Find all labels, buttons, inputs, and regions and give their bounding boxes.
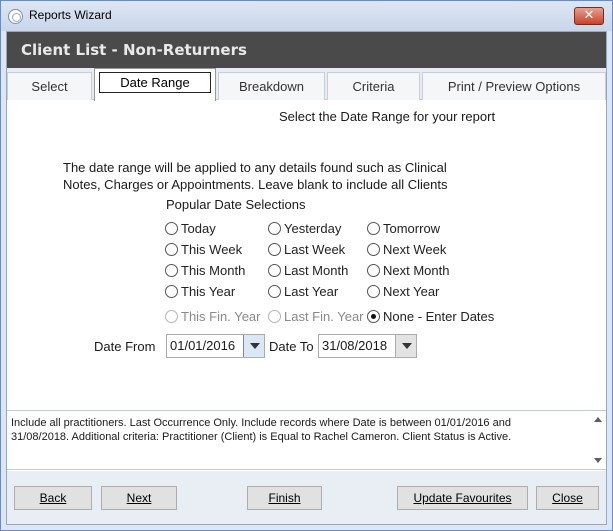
dropdown-arrow-icon[interactable] (395, 335, 416, 357)
radio-yesterday[interactable]: Yesterday (268, 221, 341, 237)
radio-circle-icon (165, 285, 178, 298)
button-bar: Back Next Finish Update Favourites Close (7, 471, 606, 524)
close-button[interactable]: Close (536, 486, 599, 510)
tab-bar: Select Date Range Breakdown Criteria Pri… (7, 68, 606, 101)
summary-line-2: 31/08/2018. Additional criteria: Practit… (11, 431, 512, 443)
next-button[interactable]: Next (101, 486, 177, 510)
popular-selections-label: Popular Date Selections (166, 197, 306, 212)
radio-circle-icon (165, 264, 178, 277)
finish-button-label: Finish (268, 491, 301, 505)
date-to-picker[interactable]: 31/08/2018 (318, 334, 417, 358)
radio-this-year[interactable]: This Year (165, 284, 235, 300)
radio-today[interactable]: Today (165, 221, 216, 237)
info-text: The date range will be applied to any de… (63, 159, 483, 193)
back-button[interactable]: Back (14, 486, 92, 510)
radio-next-year-label: Next Year (383, 284, 440, 299)
finish-button[interactable]: Finish (247, 486, 322, 510)
radio-circle-icon (268, 264, 281, 277)
report-title: Client List - Non-Returners (7, 32, 606, 68)
radio-circle-icon (165, 310, 178, 323)
info-line-2: Notes, Charges or Appointments. Leave bl… (63, 177, 448, 192)
wizard-panel: Client List - Non-Returners Select Date … (6, 31, 607, 525)
date-from-picker[interactable]: 01/01/2016 (166, 334, 265, 358)
radio-circle-icon (165, 222, 178, 235)
radio-this-fin-year[interactable]: This Fin. Year (165, 309, 261, 325)
radio-none-enter-dates-label: None - Enter Dates (383, 309, 495, 324)
close-button-label: Close (552, 491, 583, 505)
radio-last-year-label: Last Year (284, 284, 339, 299)
radio-circle-icon (165, 243, 178, 256)
scroll-down-icon[interactable] (594, 458, 602, 463)
radio-this-week-label: This Week (181, 242, 243, 257)
summary-scrollbar[interactable] (590, 411, 606, 469)
dropdown-arrow-icon[interactable] (243, 335, 264, 357)
radio-next-week-label: Next Week (383, 242, 447, 257)
radio-this-fin-year-label: This Fin. Year (181, 309, 261, 324)
date-from-label: Date From (94, 339, 156, 354)
radio-selected-icon (367, 310, 380, 323)
radio-last-week[interactable]: Last Week (268, 242, 345, 258)
update-favourites-button[interactable]: Update Favourites (397, 486, 528, 510)
window-close-button[interactable]: ✕ (574, 7, 604, 25)
report-summary: Include all practitioners. Last Occurren… (7, 410, 606, 470)
radio-this-week[interactable]: This Week (165, 242, 242, 258)
app-icon (8, 9, 23, 24)
tab-date-range[interactable]: Date Range (94, 68, 216, 101)
radio-last-fin-year-label: Last Fin. Year (284, 309, 364, 324)
date-to-value: 31/08/2018 (322, 338, 388, 353)
radio-circle-icon (268, 243, 281, 256)
tab-criteria[interactable]: Criteria (327, 72, 420, 100)
summary-line-1: Include all practitioners. Last Occurren… (11, 417, 511, 429)
tab-select[interactable]: Select (7, 72, 92, 100)
reports-wizard-window: Reports Wizard ✕ Client List - Non-Retur… (0, 0, 613, 531)
radio-this-month-label: This Month (181, 263, 246, 278)
radio-today-label: Today (181, 221, 216, 236)
radio-tomorrow[interactable]: Tomorrow (367, 221, 440, 237)
update-favourites-button-label: Update Favourites (413, 491, 512, 505)
info-line-1: The date range will be applied to any de… (63, 160, 447, 175)
date-range-content: Select the Date Range for your report Th… (7, 100, 606, 410)
radio-this-month[interactable]: This Month (165, 263, 245, 279)
tab-date-range-label: Date Range (99, 72, 211, 93)
date-from-value: 01/01/2016 (170, 338, 236, 353)
radio-last-year[interactable]: Last Year (268, 284, 338, 300)
section-subtitle: Select the Date Range for your report (279, 109, 496, 124)
radio-circle-icon (268, 285, 281, 298)
radio-tomorrow-label: Tomorrow (383, 221, 441, 236)
radio-last-month-label: Last Month (284, 263, 349, 278)
radio-circle-icon (367, 243, 380, 256)
radio-last-week-label: Last Week (284, 242, 346, 257)
radio-this-year-label: This Year (181, 284, 236, 299)
radio-circle-icon (367, 264, 380, 277)
radio-none-enter-dates[interactable]: None - Enter Dates (367, 309, 494, 325)
radio-circle-icon (268, 222, 281, 235)
radio-yesterday-label: Yesterday (284, 221, 342, 236)
radio-last-fin-year[interactable]: Last Fin. Year (268, 309, 364, 325)
radio-last-month[interactable]: Last Month (268, 263, 348, 279)
radio-circle-icon (367, 222, 380, 235)
radio-next-month[interactable]: Next Month (367, 263, 449, 279)
radio-circle-icon (367, 285, 380, 298)
scroll-up-icon[interactable] (594, 417, 602, 422)
title-bar[interactable]: Reports Wizard ✕ (1, 1, 612, 31)
radio-next-month-label: Next Month (383, 263, 450, 278)
tab-print-preview-options[interactable]: Print / Preview Options (422, 72, 606, 100)
radio-next-year[interactable]: Next Year (367, 284, 439, 300)
radio-next-week[interactable]: Next Week (367, 242, 446, 258)
next-button-label: Next (126, 491, 152, 505)
radio-circle-icon (268, 310, 281, 323)
window-title: Reports Wizard (29, 8, 112, 22)
date-to-label: Date To (269, 339, 314, 354)
back-button-label: Back (39, 491, 67, 505)
tab-breakdown[interactable]: Breakdown (218, 72, 325, 100)
